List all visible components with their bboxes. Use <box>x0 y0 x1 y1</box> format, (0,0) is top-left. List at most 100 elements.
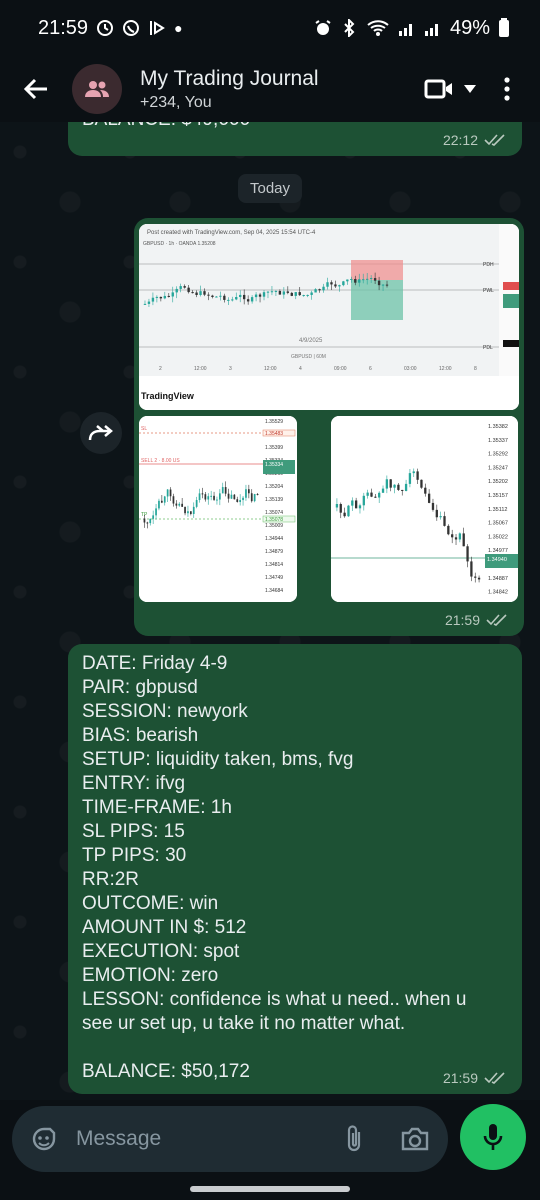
candle-body <box>354 500 358 509</box>
candle-body <box>447 525 450 535</box>
candle-body <box>350 278 353 280</box>
chart-3-price-tick: 1.35157 <box>488 493 508 499</box>
chart-3-current-price: 1.34940 <box>487 557 507 563</box>
candle-body <box>236 499 239 502</box>
candle-body <box>250 297 254 302</box>
chart-3-price-tick: 1.35247 <box>488 465 508 471</box>
camera-icon[interactable] <box>400 1126 430 1152</box>
chart-2-sl-price: 1.35483 <box>265 431 283 437</box>
candle-body <box>233 494 236 500</box>
candle-body <box>362 495 365 506</box>
candle-body <box>274 290 278 292</box>
attach-icon[interactable] <box>344 1124 364 1154</box>
forward-button[interactable] <box>80 412 122 454</box>
message-timestamp: 21:59 <box>445 612 508 628</box>
candle-body <box>175 288 178 293</box>
candle-body <box>195 500 198 507</box>
message-timestamp: 21:59 <box>443 1070 506 1086</box>
alarm-icon <box>314 19 332 37</box>
chat-title-block[interactable]: My Trading Journal +234, You <box>140 67 319 112</box>
candle-body <box>401 489 404 491</box>
candle-body <box>158 500 160 509</box>
notification-dot-icon: ● <box>174 20 183 36</box>
candle-body <box>358 279 361 283</box>
candle-body <box>412 471 415 474</box>
chat-title: My Trading Journal <box>140 66 319 90</box>
alarm-sync-icon <box>96 19 114 37</box>
chart-image-2[interactable]: SL SELL 2 · 8.00 US TP 1.355291.354641.3… <box>139 416 297 602</box>
message-input[interactable]: Message <box>12 1106 448 1172</box>
candle-body <box>227 493 230 499</box>
candle-body <box>245 489 247 498</box>
chart-3-graphic: 1.35382 1.35337 1.35292 1.35247 1.35202 1.351… <box>331 416 518 602</box>
candle-body <box>187 287 190 293</box>
chart-image-3[interactable]: 1.35382 1.35337 1.35292 1.35247 1.35202 1.351… <box>331 416 518 602</box>
chart-2-price-tick: 1.34814 <box>265 562 283 568</box>
navigation-handle[interactable] <box>190 1186 350 1192</box>
chart-image-1[interactable]: Post created with TradingView.com, Sep 0… <box>139 224 519 410</box>
candle-body <box>416 471 419 480</box>
candle-body <box>266 291 270 293</box>
journal-message-bubble[interactable]: DATE: Friday 4-9 PAIR: gbpusd SESSION: n… <box>68 644 522 1094</box>
sticker-icon[interactable] <box>30 1125 58 1153</box>
status-bar: 21:59 ● 49% <box>0 0 540 56</box>
candle-body <box>181 503 184 507</box>
chart-1-xtick: 09:00 <box>334 366 347 372</box>
group-avatar[interactable] <box>72 64 122 114</box>
candle-body <box>474 576 477 578</box>
chat-area[interactable]: BALANCE: $49,666 22:12 Today Post create… <box>0 122 540 1100</box>
candle-body <box>330 282 333 285</box>
candle-body <box>258 294 262 297</box>
more-options-button[interactable] <box>492 77 522 101</box>
chart-1-xtick: 8 <box>474 366 477 372</box>
candle-body <box>270 291 274 293</box>
battery-percent: 49% <box>449 16 490 39</box>
back-button[interactable] <box>14 67 58 111</box>
status-time: 21:59 <box>38 16 89 39</box>
candle-body <box>210 495 213 497</box>
chart-2-price-tick: 1.34944 <box>265 536 283 542</box>
candle-body <box>239 294 242 298</box>
candle-body <box>191 292 194 294</box>
video-icon <box>424 79 452 99</box>
candle-body <box>310 292 313 295</box>
chart-1-xtick: 4 <box>299 366 302 372</box>
candle-body <box>278 290 282 295</box>
video-call-button[interactable] <box>424 78 476 100</box>
chart-3-price-tick: 1.35382 <box>488 424 508 430</box>
voice-message-button[interactable] <box>460 1104 526 1170</box>
chart-3-price-tick: 1.34887 <box>488 576 508 582</box>
candle-body <box>155 296 159 298</box>
candle-body <box>443 516 446 526</box>
candle-body <box>167 295 170 297</box>
previous-balance-text: BALANCE: $49,666 <box>82 122 250 132</box>
candle-body <box>346 279 349 282</box>
chart-2-entry-price: 1.35334 <box>265 462 283 468</box>
candle-body <box>172 496 175 504</box>
candle-body <box>385 284 389 286</box>
chart-1-level-label: PWL <box>483 288 494 294</box>
message-placeholder: Message <box>76 1127 162 1150</box>
tradingview-credit: TradingView <box>141 391 195 401</box>
candle-body <box>451 534 454 538</box>
chart-1-xtick: 3 <box>229 366 232 372</box>
candle-body <box>169 489 172 497</box>
candle-body <box>160 500 163 503</box>
chart-1-xtick: 03:00 <box>404 366 417 372</box>
candle-body <box>343 512 346 517</box>
candle-body <box>286 291 290 293</box>
chart-3-price-tick: 1.35202 <box>488 479 508 485</box>
chart-1-xtick: 12:00 <box>439 366 452 372</box>
candle-body <box>256 494 259 496</box>
image-album-bubble[interactable]: Post created with TradingView.com, Sep 0… <box>134 218 524 636</box>
candle-body <box>187 511 189 514</box>
message-bubble-previous[interactable]: BALANCE: $49,666 22:12 <box>68 122 522 156</box>
chart-2-sl-label: SL <box>141 426 147 432</box>
chart-2-tp-price: 1.35078 <box>265 517 283 523</box>
candle-body <box>155 508 157 516</box>
chart-1-level-label: PDH <box>483 262 494 268</box>
date-divider: Today <box>237 174 303 203</box>
candle-body <box>397 484 400 490</box>
candle-body <box>143 303 147 305</box>
candle-body <box>246 299 250 302</box>
